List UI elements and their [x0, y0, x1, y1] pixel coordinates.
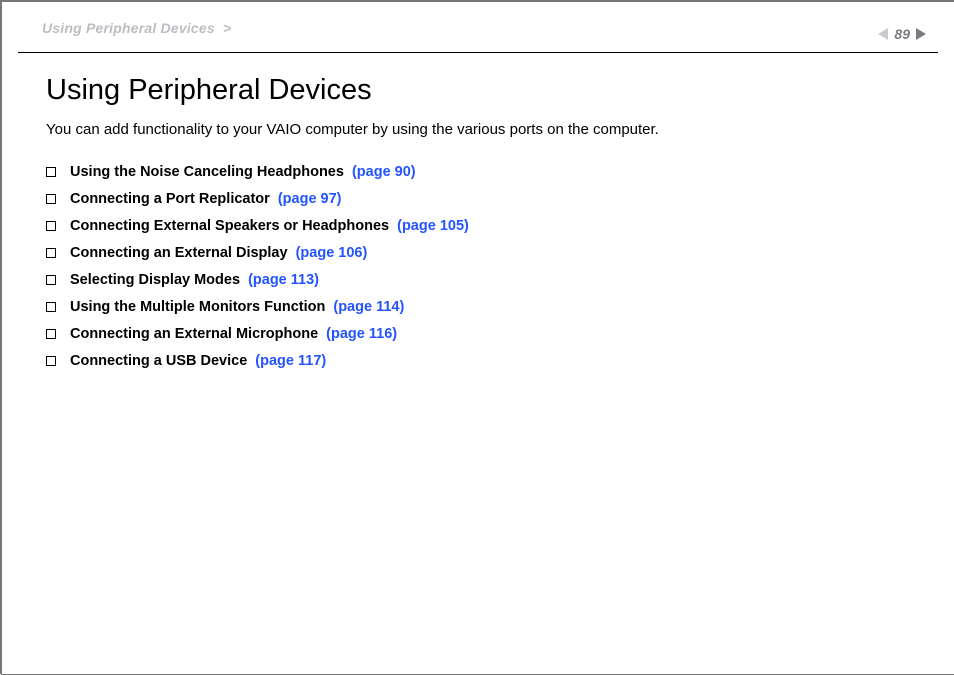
square-bullet-icon: [46, 221, 56, 231]
square-bullet-icon: [46, 275, 56, 285]
page-title: Using Peripheral Devices: [46, 75, 910, 107]
prev-page-icon[interactable]: [878, 28, 888, 40]
toc-item: Connecting a USB Device (page 117): [46, 353, 910, 369]
toc-item: Connecting External Speakers or Headphon…: [46, 218, 910, 234]
intro-text: You can add functionality to your VAIO c…: [46, 121, 910, 138]
next-page-icon[interactable]: [916, 28, 926, 40]
toc-page-link[interactable]: (page 116): [326, 326, 397, 342]
toc-label: Selecting Display Modes: [70, 272, 240, 288]
toc-label: Using the Multiple Monitors Function: [70, 299, 325, 315]
toc-page-link[interactable]: (page 106): [296, 245, 368, 261]
toc-label: Connecting an External Microphone: [70, 326, 318, 342]
header-bar: Using Peripheral Devices > 89: [2, 2, 954, 52]
toc-page-link[interactable]: (page 113): [248, 272, 319, 288]
toc-label: Connecting a USB Device: [70, 353, 247, 369]
toc-label: Using the Noise Canceling Headphones: [70, 164, 344, 180]
square-bullet-icon: [46, 302, 56, 312]
toc-label: Connecting External Speakers or Headphon…: [70, 218, 389, 234]
toc-page-link[interactable]: (page 117): [255, 353, 326, 369]
toc-item: Using the Multiple Monitors Function (pa…: [46, 299, 910, 315]
toc-item: Connecting a Port Replicator (page 97): [46, 191, 910, 207]
breadcrumb-separator: >: [223, 20, 231, 36]
breadcrumb: Using Peripheral Devices >: [42, 20, 231, 36]
toc-item: Connecting an External Display (page 106…: [46, 245, 910, 261]
breadcrumb-title: Using Peripheral Devices: [42, 20, 215, 36]
toc-page-link[interactable]: (page 105): [397, 218, 469, 234]
pager: 89: [878, 26, 926, 42]
header-rule: [18, 52, 938, 53]
square-bullet-icon: [46, 329, 56, 339]
toc-item: Using the Noise Canceling Headphones (pa…: [46, 164, 910, 180]
page-content: Using Peripheral Devices You can add fun…: [2, 75, 954, 369]
square-bullet-icon: [46, 167, 56, 177]
square-bullet-icon: [46, 248, 56, 258]
toc-label: Connecting a Port Replicator: [70, 191, 270, 207]
toc-page-link[interactable]: (page 97): [278, 191, 342, 207]
toc-item: Connecting an External Microphone (page …: [46, 326, 910, 342]
square-bullet-icon: [46, 356, 56, 366]
toc-page-link[interactable]: (page 90): [352, 164, 416, 180]
toc-page-link[interactable]: (page 114): [333, 299, 404, 315]
toc-item: Selecting Display Modes (page 113): [46, 272, 910, 288]
toc-label: Connecting an External Display: [70, 245, 288, 261]
toc-list: Using the Noise Canceling Headphones (pa…: [46, 164, 910, 369]
page-number: 89: [894, 26, 910, 42]
square-bullet-icon: [46, 194, 56, 204]
